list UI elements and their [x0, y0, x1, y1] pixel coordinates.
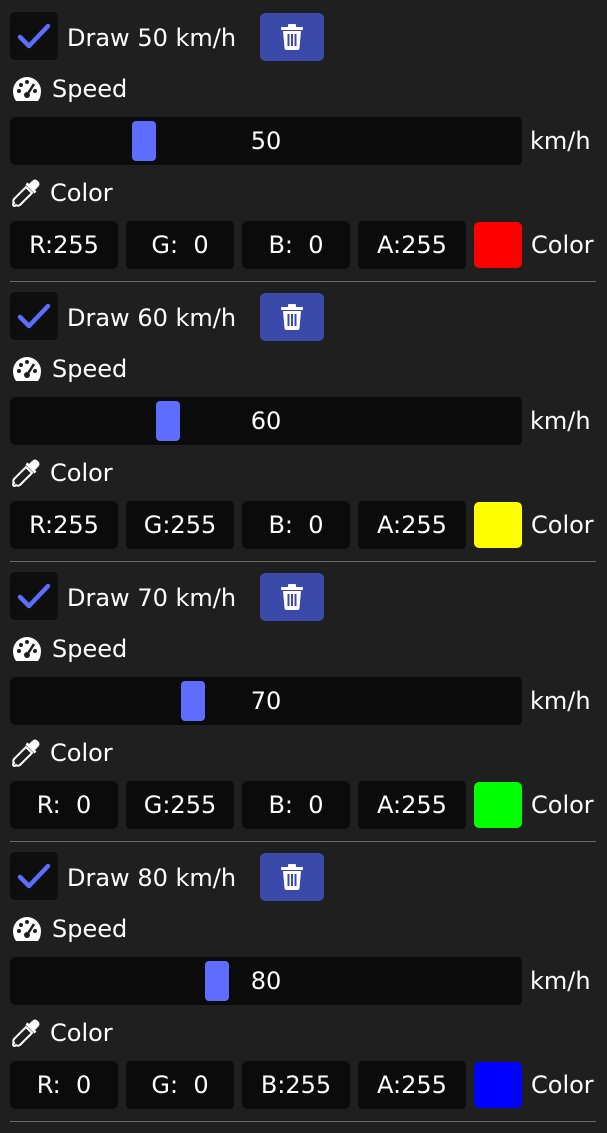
- section-divider: [10, 1121, 596, 1122]
- blue-channel-field[interactable]: B: 0: [242, 781, 350, 829]
- speed-section: Draw 70 km/h Speed 70 km/h Color R: 0 G:…: [0, 560, 607, 842]
- speed-slider[interactable]: 70: [10, 677, 522, 725]
- color-label-row: Color: [12, 177, 113, 209]
- speed-slider[interactable]: 50: [10, 117, 522, 165]
- swatch-label: Color: [531, 791, 594, 819]
- blue-channel-field[interactable]: B: 0: [242, 221, 350, 269]
- speed-label-row: Speed: [12, 353, 127, 385]
- red-channel-field[interactable]: R:255: [10, 221, 118, 269]
- swatch-label: Color: [531, 511, 594, 539]
- speed-unit: km/h: [530, 127, 591, 155]
- speed-value: 80: [250, 967, 282, 995]
- green-channel-field[interactable]: G:255: [126, 781, 234, 829]
- green-channel-field[interactable]: G:255: [126, 501, 234, 549]
- alpha-channel-field[interactable]: A:255: [358, 1061, 466, 1109]
- speedometer-icon: [13, 637, 41, 661]
- eyedropper-icon: [12, 459, 40, 487]
- draw-checkbox[interactable]: [10, 12, 58, 60]
- color-swatch[interactable]: [474, 222, 522, 268]
- speed-unit: km/h: [530, 407, 591, 435]
- speed-section: Draw 80 km/h Speed 80 km/h Color R: 0 G:…: [0, 840, 607, 1122]
- trash-icon: [281, 304, 303, 330]
- speed-section: Draw 50 km/h Speed 50 km/h Color R:255 G…: [0, 0, 607, 282]
- alpha-channel-field[interactable]: A:255: [358, 221, 466, 269]
- speed-unit: km/h: [530, 967, 591, 995]
- draw-label: Draw 70 km/h: [67, 584, 237, 612]
- swatch-label: Color: [531, 1071, 594, 1099]
- red-channel-field[interactable]: R: 0: [10, 1061, 118, 1109]
- delete-button[interactable]: [260, 13, 324, 61]
- speed-label-row: Speed: [12, 913, 127, 945]
- checkmark-icon: [17, 583, 51, 609]
- speedometer-icon: [13, 917, 41, 941]
- eyedropper-icon: [12, 179, 40, 207]
- speed-label-row: Speed: [12, 633, 127, 665]
- speed-slider[interactable]: 60: [10, 397, 522, 445]
- checkmark-icon: [17, 863, 51, 889]
- green-channel-field[interactable]: G: 0: [126, 1061, 234, 1109]
- speed-label-row: Speed: [12, 73, 127, 105]
- eyedropper-icon: [12, 739, 40, 767]
- trash-icon: [281, 584, 303, 610]
- speed-color-panel: Draw 50 km/h Speed 50 km/h Color R:255 G…: [0, 0, 607, 1133]
- speed-label: Speed: [52, 75, 128, 103]
- blue-channel-field[interactable]: B: 0: [242, 501, 350, 549]
- color-swatch[interactable]: [474, 1062, 522, 1108]
- speed-slider[interactable]: 80: [10, 957, 522, 1005]
- color-label-row: Color: [12, 737, 113, 769]
- green-channel-field[interactable]: G: 0: [126, 221, 234, 269]
- speed-unit: km/h: [530, 687, 591, 715]
- speed-label: Speed: [52, 355, 128, 383]
- draw-checkbox[interactable]: [10, 852, 58, 900]
- delete-button[interactable]: [260, 293, 324, 341]
- color-label-row: Color: [12, 1017, 113, 1049]
- color-label: Color: [50, 179, 113, 207]
- speedometer-icon: [13, 357, 41, 381]
- color-label: Color: [50, 459, 113, 487]
- delete-button[interactable]: [260, 853, 324, 901]
- color-label: Color: [50, 1019, 113, 1047]
- speed-value: 70: [250, 687, 282, 715]
- color-swatch[interactable]: [474, 502, 522, 548]
- draw-checkbox[interactable]: [10, 292, 58, 340]
- checkmark-icon: [17, 23, 51, 49]
- eyedropper-icon: [12, 1019, 40, 1047]
- speed-label: Speed: [52, 915, 128, 943]
- speed-section: Draw 60 km/h Speed 60 km/h Color R:255 G…: [0, 280, 607, 562]
- trash-icon: [281, 864, 303, 890]
- red-channel-field[interactable]: R: 0: [10, 781, 118, 829]
- draw-label: Draw 50 km/h: [67, 24, 237, 52]
- draw-label: Draw 80 km/h: [67, 864, 237, 892]
- blue-channel-field[interactable]: B:255: [242, 1061, 350, 1109]
- delete-button[interactable]: [260, 573, 324, 621]
- speed-label: Speed: [52, 635, 128, 663]
- color-label: Color: [50, 739, 113, 767]
- color-label-row: Color: [12, 457, 113, 489]
- checkmark-icon: [17, 303, 51, 329]
- draw-checkbox[interactable]: [10, 572, 58, 620]
- draw-label: Draw 60 km/h: [67, 304, 237, 332]
- alpha-channel-field[interactable]: A:255: [358, 501, 466, 549]
- speedometer-icon: [13, 77, 41, 101]
- alpha-channel-field[interactable]: A:255: [358, 781, 466, 829]
- swatch-label: Color: [531, 231, 594, 259]
- red-channel-field[interactable]: R:255: [10, 501, 118, 549]
- speed-value: 50: [250, 127, 282, 155]
- color-swatch[interactable]: [474, 782, 522, 828]
- trash-icon: [281, 24, 303, 50]
- speed-value: 60: [250, 407, 282, 435]
